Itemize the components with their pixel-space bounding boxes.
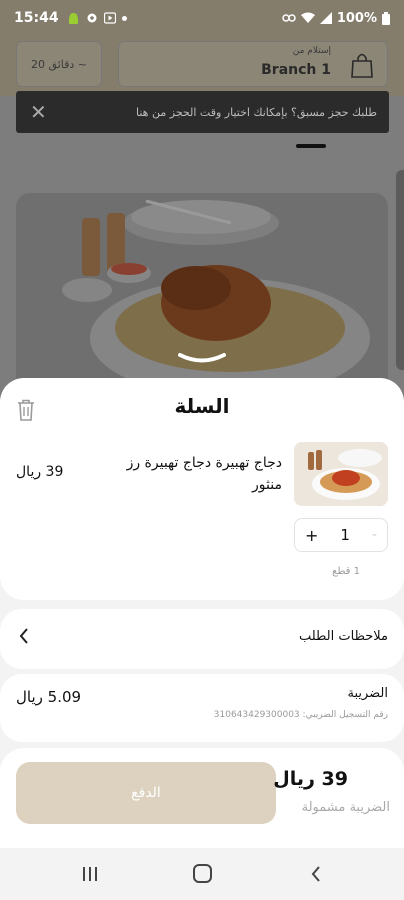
tooltip-text: طلبك حجز مسبق؟ بإمكانك اختيار وقت الحجز … [136,105,377,119]
link-icon [282,14,296,22]
media-icon [103,12,116,24]
checkout-bar: الدفع 39 ريال الضريبة مشمولة [0,748,404,848]
recents-icon[interactable] [80,866,100,882]
battery-percent: 100% [336,10,377,26]
quantity-stepper[interactable]: + 1 - [294,518,388,552]
branch-name: Branch 1 [261,62,331,78]
tax-label: الضريبة [347,686,388,701]
order-total: 39 ريال [273,768,348,790]
cart-item-name: دجاج تهبيرة دجاج تهبيرة رز منثور [126,455,282,493]
notification-dot-icon [121,15,127,21]
order-notes-label: ملاحظات الطلب [298,629,388,644]
pay-button[interactable]: الدفع [16,762,276,824]
order-notes-row[interactable]: ملاحظات الطلب [0,609,404,669]
quantity-note: 1 قطع [332,566,360,577]
delivery-time-selector[interactable]: 20 دقائق ~ [16,41,102,87]
delivery-time-label: 20 دقائق ~ [31,57,87,71]
home-icon[interactable] [193,864,212,883]
signal-icon [319,12,332,24]
close-icon[interactable]: ✕ [30,102,47,122]
preorder-tooltip: ✕ طلبك حجز مسبق؟ بإمكانك اختيار وقت الحج… [16,91,389,133]
chevron-left-icon [19,628,28,644]
system-tray: 100% [282,11,390,26]
cart-items-card: السلة دجاج تهبيرة دجاج تهبيرة رز منثور 3… [0,378,404,600]
item-thumbnail [294,442,388,506]
tax-included-note: الضريبة مشمولة [301,800,390,815]
system-navigation-bar [0,848,404,900]
cart-sheet: السلة دجاج تهبيرة دجاج تهبيرة رز منثور 3… [0,378,404,848]
trash-icon[interactable] [16,399,36,421]
shopping-bag-icon [351,53,373,78]
settings-icon [87,13,97,23]
increase-button[interactable]: + [305,526,318,545]
pay-button-label: الدفع [131,785,161,801]
tax-registration: رقم التسجيل الضريبي: 310643429300003 [213,710,388,720]
back-icon[interactable] [310,865,322,883]
android-icon [68,12,78,24]
battery-icon [382,11,390,25]
tab-indicator [296,144,326,148]
cart-title: السلة [174,394,230,418]
notification-icons [67,12,127,25]
cart-item-price: 39 ريال [16,464,64,480]
branch-caption: إستلام من [292,46,331,56]
side-panel-handle[interactable] [396,170,404,370]
status-time: 15:44 [14,10,59,26]
dish-image [294,442,388,506]
chevron-down-icon[interactable] [176,350,228,366]
tax-amount: 5.09 ريال [16,688,82,706]
quantity-value: 1 [340,526,350,544]
tax-row: الضريبة رقم التسجيل الضريبي: 31064342930… [0,674,404,742]
branch-selector[interactable]: إستلام من Branch 1 [118,41,388,87]
wifi-icon [300,12,315,23]
decrease-button[interactable]: - [372,527,377,543]
status-bar: 15:44 100% [0,0,404,36]
